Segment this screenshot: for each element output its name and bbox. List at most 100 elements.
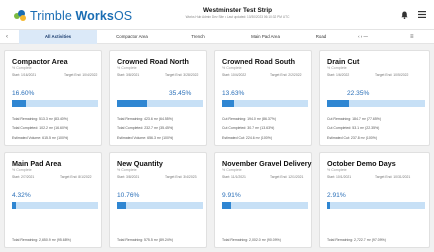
card-target-end: Target End: 10/31/2021 xyxy=(375,175,411,179)
card-percent: 13.63% xyxy=(222,90,245,97)
trimble-globe-icon xyxy=(14,9,28,22)
card-dates: Start: 1/16/2021 Target End: 10/4/2022 xyxy=(12,73,98,77)
card-target-end: Target End: 12/1/2021 xyxy=(270,175,304,179)
card-stat-completed: Total Completed: 102.2 m³ (16.60%) xyxy=(12,126,69,130)
card-dates: Start: 3/8/2021 Target End: 3/4/2023 xyxy=(117,175,203,179)
card-dates: Start: 2/7/2021 Target End: 8/1/2022 xyxy=(12,175,98,179)
card-start-date: Start: 11/1/2021 xyxy=(222,175,246,179)
card-start-date: Start: 10/4/2022 xyxy=(222,73,247,77)
card-stat-remaining: Cut Remaining: 184.7 m³ (77.65%) xyxy=(327,117,382,121)
bell-icon[interactable] xyxy=(401,11,408,21)
card-title: Crowned Road South xyxy=(222,57,296,66)
card-target-end: Target End: 8/1/2022 xyxy=(60,175,92,179)
activity-card-crowned-road-north[interactable]: Crowned Road North % Complete Start: 3/8… xyxy=(109,50,207,146)
activities-grid: Compactor Area % Complete Start: 1/16/20… xyxy=(0,44,434,252)
card-subtitle: % Complete xyxy=(222,66,242,70)
card-progress-bar xyxy=(327,100,425,107)
card-dates: Start: 11/1/2021 Target End: 12/1/2021 xyxy=(222,175,308,179)
project-title: Westminster Test Strip xyxy=(202,7,272,14)
card-progress-fill xyxy=(12,100,27,107)
card-target-end: Target End: 3/28/2022 xyxy=(165,73,199,77)
card-stat-remaining: Total Remaining: 2,002.0 m³ (90.09%) xyxy=(222,238,281,242)
card-start-date: Start: 1/16/2021 xyxy=(12,73,37,77)
activity-card-october-demo-days[interactable]: October Demo Days % Complete Start: 10/1… xyxy=(319,152,430,248)
card-progress-bar xyxy=(117,202,203,209)
card-stat-remaining: Total Remaining: 2,722.7 m³ (97.09%) xyxy=(327,238,386,242)
card-percent: 10.76% xyxy=(117,192,140,199)
card-dates: Start: 1/6/2022 Target End: 10/5/2022 xyxy=(327,73,413,77)
card-dates: Start: 10/4/2022 Target End: 2/2/2022 xyxy=(222,73,308,77)
filter-icon[interactable]: ≡ xyxy=(410,30,414,44)
card-stat-estimated: Estimated Volume: 615.5 m³ (100%) xyxy=(12,136,69,140)
card-stat-remaining: Total Remaining: 513.3 m³ (83.40%) xyxy=(12,117,69,121)
card-percent: 9.91% xyxy=(222,192,241,199)
card-start-date: Start: 1/6/2022 xyxy=(327,73,350,77)
card-title: Main Pad Area xyxy=(12,159,62,168)
logo-text: Trimble WorksOS xyxy=(30,8,133,23)
tab-compactor-area[interactable]: Compactor Area xyxy=(102,30,162,44)
menu-icon[interactable] xyxy=(418,11,426,20)
card-stat-completed: Total Completed: 232.7 m³ (35.45%) xyxy=(117,126,174,130)
card-start-date: Start: 2/7/2021 xyxy=(12,175,35,179)
activity-card-crowned-road-south[interactable]: Crowned Road South % Complete Start: 10/… xyxy=(214,50,312,146)
card-subtitle: % Complete xyxy=(117,66,137,70)
card-percent: 22.35% xyxy=(347,90,370,97)
card-subtitle: % Complete xyxy=(327,66,347,70)
card-progress-fill xyxy=(117,100,148,107)
card-stat-remaining: Total Remaining: 423.6 m³ (64.55%) xyxy=(117,117,174,121)
tab-trench[interactable]: Trench xyxy=(178,30,218,44)
trimble-worksos-logo[interactable]: Trimble WorksOS xyxy=(14,8,133,23)
card-progress-bar xyxy=(117,100,203,107)
card-percent: 2.91% xyxy=(327,192,346,199)
card-subtitle: % Complete xyxy=(12,66,32,70)
card-stat-estimated: Estimated Cut: 237.8 m³ (100%) xyxy=(327,136,377,140)
card-subtitle: % Complete xyxy=(12,168,32,172)
card-target-end: Target End: 3/4/2023 xyxy=(165,175,197,179)
project-subtitle: Works Hub Admin Dev Site • Last updated:… xyxy=(185,15,290,19)
card-target-end: Target End: 10/5/2022 xyxy=(375,73,409,77)
tab-road[interactable]: Road xyxy=(305,30,337,44)
activity-tabs: ‹ All Activities Compactor Area Trench M… xyxy=(0,29,434,44)
card-stat-completed: Cut Completed: 53.1 m³ (22.35%) xyxy=(327,126,380,130)
card-percent: 16.60% xyxy=(12,90,35,97)
app-header: Trimble WorksOS Westminster Test Strip W… xyxy=(0,0,434,29)
card-progress-bar xyxy=(327,202,425,209)
card-progress-fill xyxy=(117,202,127,209)
card-title: Compactor Area xyxy=(12,57,68,66)
card-progress-bar xyxy=(12,100,98,107)
card-start-date: Start: 3/8/2021 xyxy=(117,73,140,77)
card-percent: 35.45% xyxy=(169,90,192,97)
card-stat-remaining: Cut Remaining: 194.0 m³ (86.37%) xyxy=(222,117,277,121)
tab-all-activities[interactable]: All Activities xyxy=(19,30,97,44)
card-target-end: Target End: 10/4/2022 xyxy=(64,73,98,77)
tab-main-pad-area[interactable]: Main Pad Area xyxy=(238,30,293,44)
activity-card-new-quantity[interactable]: New Quantity % Complete Start: 3/8/2021 T… xyxy=(109,152,207,248)
card-title: October Demo Days xyxy=(327,159,396,168)
card-progress-bar xyxy=(12,202,98,209)
tab-more-controls[interactable]: ‹ › — xyxy=(346,30,380,44)
card-progress-bar xyxy=(222,100,308,107)
card-target-end: Target End: 2/2/2022 xyxy=(270,73,302,77)
activity-card-november-gravel-delivery[interactable]: November Gravel Delivery % Complete Star… xyxy=(214,152,312,248)
activity-card-drain-cut[interactable]: Drain Cut % Complete Start: 1/6/2022 Targ… xyxy=(319,50,430,146)
project-title-block: Westminster Test Strip Works Hub Admin D… xyxy=(185,7,290,19)
card-start-date: Start: 10/1/2021 xyxy=(327,175,352,179)
card-title: November Gravel Delivery xyxy=(222,159,312,168)
card-progress-fill xyxy=(327,202,330,209)
card-progress-fill xyxy=(222,202,231,209)
activity-card-main-pad-area[interactable]: Main Pad Area % Complete Start: 2/7/2021… xyxy=(4,152,102,248)
card-stat-remaining: Total Remaining: 575.5 m³ (89.24%) xyxy=(117,238,174,242)
card-start-date: Start: 3/8/2021 xyxy=(117,175,140,179)
card-dates: Start: 10/1/2021 Target End: 10/31/2021 xyxy=(327,175,413,179)
card-subtitle: % Complete xyxy=(222,168,242,172)
activity-card-compactor-area[interactable]: Compactor Area % Complete Start: 1/16/20… xyxy=(4,50,102,146)
tabs-prev-arrow[interactable]: ‹ xyxy=(6,30,8,44)
card-subtitle: % Complete xyxy=(117,168,137,172)
card-title: New Quantity xyxy=(117,159,163,168)
card-progress-fill xyxy=(327,100,349,107)
card-progress-fill xyxy=(222,100,234,107)
card-subtitle: % Complete xyxy=(327,168,347,172)
card-progress-fill xyxy=(12,202,16,209)
card-title: Drain Cut xyxy=(327,57,360,66)
card-stat-estimated: Estimated Cut: 224.6 m³ (100%) xyxy=(222,136,272,140)
